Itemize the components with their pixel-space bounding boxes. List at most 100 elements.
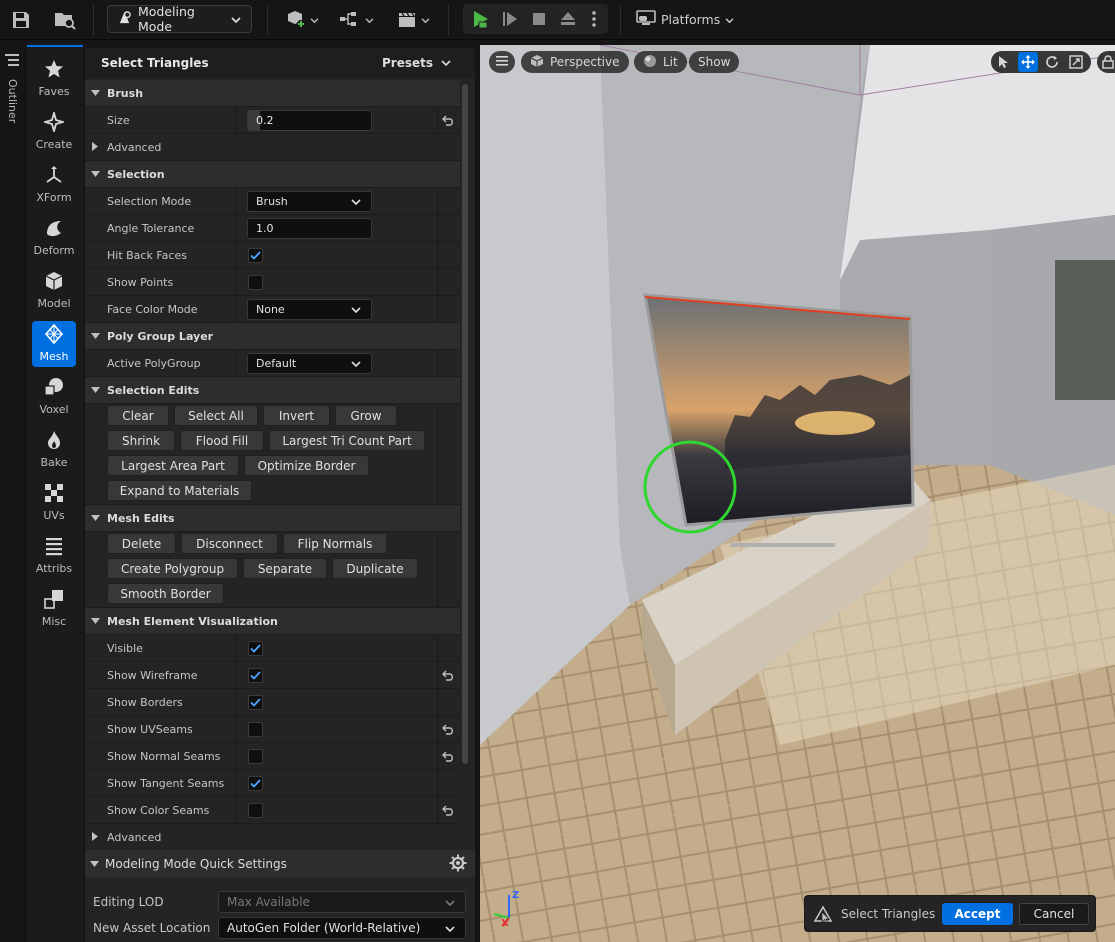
visualization-checkbox[interactable] bbox=[248, 776, 263, 791]
palette-misc[interactable]: Misc bbox=[32, 586, 76, 632]
translate-mode-icon[interactable] bbox=[1018, 52, 1038, 72]
shrink-button[interactable]: Shrink bbox=[107, 430, 175, 451]
visualization-checkbox[interactable] bbox=[248, 749, 263, 764]
visualization-checkbox[interactable] bbox=[248, 695, 263, 710]
palette-label: Create bbox=[35, 138, 73, 151]
viewport-camera-button[interactable] bbox=[1097, 51, 1115, 73]
more-options-icon[interactable] bbox=[585, 7, 603, 31]
blueprints-button[interactable] bbox=[336, 8, 376, 32]
largest-tri-count-part-button[interactable]: Largest Tri Count Part bbox=[269, 430, 425, 451]
flood-fill-button[interactable]: Flood Fill bbox=[180, 430, 264, 451]
category-brush[interactable]: Brush bbox=[85, 80, 460, 107]
level-viewport[interactable]: Perspective Lit Show Z X bbox=[480, 45, 1115, 942]
expanded-arrow-icon bbox=[91, 384, 100, 397]
toolbar-divider bbox=[93, 4, 94, 36]
visualization-checkbox[interactable] bbox=[248, 668, 263, 683]
reset-to-default-icon[interactable] bbox=[442, 669, 455, 684]
selection-edits-buttons: Clear Select All Invert Grow Shrink Floo… bbox=[85, 404, 460, 505]
select-mode-icon[interactable] bbox=[998, 55, 1010, 72]
mode-selector-button[interactable]: Modeling Mode bbox=[107, 4, 252, 34]
palette-xform[interactable]: XForm bbox=[32, 162, 76, 208]
advanced-brush-row[interactable]: Advanced bbox=[85, 134, 460, 161]
perspective-button[interactable]: Perspective bbox=[521, 51, 629, 73]
gear-icon[interactable] bbox=[449, 854, 467, 875]
scale-mode-icon[interactable] bbox=[1069, 55, 1083, 72]
quick-settings-header[interactable]: Modeling Mode Quick Settings bbox=[85, 850, 475, 877]
save-icon[interactable] bbox=[9, 8, 33, 32]
panel-title: Select Triangles bbox=[101, 56, 209, 70]
show-points-checkbox[interactable] bbox=[248, 275, 263, 290]
editing-lod-dropdown[interactable]: Max Available bbox=[218, 891, 466, 913]
visualization-checkbox[interactable] bbox=[248, 722, 263, 737]
property-label: Angle Tolerance bbox=[107, 221, 195, 235]
palette-deform[interactable]: Deform bbox=[32, 215, 76, 261]
toolbar-divider bbox=[267, 4, 268, 36]
smooth-border-button[interactable]: Smooth Border bbox=[107, 583, 224, 604]
palette-mesh[interactable]: Mesh bbox=[32, 321, 76, 367]
rotate-mode-icon[interactable] bbox=[1045, 55, 1059, 72]
palette-voxel[interactable]: Voxel bbox=[32, 374, 76, 420]
presets-button[interactable]: Presets bbox=[382, 56, 451, 70]
accept-button[interactable]: Accept bbox=[942, 903, 1013, 925]
palette-bake[interactable]: Bake bbox=[32, 427, 76, 473]
property-row-hit-back-faces: Hit Back Faces bbox=[85, 242, 460, 269]
clear-button[interactable]: Clear bbox=[107, 405, 169, 426]
category-poly-group-layer[interactable]: Poly Group Layer bbox=[85, 323, 460, 350]
largest-area-part-button[interactable]: Largest Area Part bbox=[107, 455, 239, 476]
category-selection[interactable]: Selection bbox=[85, 161, 460, 188]
reset-to-default-icon[interactable] bbox=[442, 750, 455, 765]
reset-to-default-icon[interactable] bbox=[442, 114, 455, 129]
platforms-button[interactable]: Platforms bbox=[636, 8, 734, 30]
lit-button[interactable]: Lit bbox=[634, 51, 687, 73]
category-mesh-element-visualization[interactable]: Mesh Element Visualization bbox=[85, 608, 460, 635]
add-actor-button[interactable] bbox=[282, 8, 322, 32]
palette-create[interactable]: Create bbox=[32, 109, 76, 155]
delete-button[interactable]: Delete bbox=[107, 533, 176, 554]
create-polygroup-button[interactable]: Create Polygroup bbox=[107, 558, 238, 579]
advance-frame-icon[interactable] bbox=[497, 7, 523, 31]
mesh-edits-buttons: Delete Disconnect Flip Normals Create Po… bbox=[85, 532, 460, 608]
palette-uvs[interactable]: UVs bbox=[32, 480, 76, 526]
palette-model[interactable]: Model bbox=[32, 268, 76, 314]
advanced-visualization-row[interactable]: Advanced bbox=[85, 824, 460, 851]
category-selection-edits[interactable]: Selection Edits bbox=[85, 377, 460, 404]
flip-normals-button[interactable]: Flip Normals bbox=[283, 533, 387, 554]
palette-faves[interactable]: Faves bbox=[32, 56, 76, 102]
face-color-mode-dropdown[interactable]: None bbox=[247, 299, 372, 320]
category-mesh-edits[interactable]: Mesh Edits bbox=[85, 505, 460, 532]
new-asset-location-dropdown[interactable]: AutoGen Folder (World-Relative) bbox=[218, 917, 466, 939]
palette-attribs[interactable]: Attribs bbox=[32, 533, 76, 579]
expanded-arrow-icon bbox=[91, 330, 100, 343]
property-row-show-points: Show Points bbox=[85, 269, 460, 296]
cinematics-button[interactable] bbox=[393, 8, 433, 32]
cube-icon bbox=[530, 54, 544, 71]
selection-mode-dropdown[interactable]: Brush bbox=[247, 191, 372, 212]
reset-to-default-icon[interactable] bbox=[442, 804, 455, 819]
cancel-button[interactable]: Cancel bbox=[1019, 903, 1089, 925]
eject-icon[interactable] bbox=[555, 7, 581, 31]
active-polygroup-dropdown[interactable]: Default bbox=[247, 353, 372, 374]
play-icon[interactable] bbox=[467, 7, 493, 31]
category-label: Brush bbox=[107, 86, 144, 100]
stop-icon[interactable] bbox=[526, 7, 552, 31]
optimize-border-button[interactable]: Optimize Border bbox=[244, 455, 369, 476]
grow-button[interactable]: Grow bbox=[335, 405, 397, 426]
hit-back-faces-checkbox[interactable] bbox=[248, 248, 263, 263]
expand-to-materials-button[interactable]: Expand to Materials bbox=[107, 480, 252, 501]
show-button[interactable]: Show bbox=[689, 51, 740, 73]
select-all-button[interactable]: Select All bbox=[174, 405, 258, 426]
panel-scrollbar[interactable] bbox=[462, 84, 468, 764]
separate-button[interactable]: Separate bbox=[243, 558, 327, 579]
viewport-menu-button[interactable] bbox=[489, 51, 515, 73]
category-label: Selection Edits bbox=[107, 383, 200, 397]
size-input[interactable]: 0.2 bbox=[247, 110, 372, 131]
visualization-checkbox[interactable] bbox=[248, 641, 263, 656]
angle-tolerance-input[interactable]: 1.0 bbox=[247, 218, 372, 239]
duplicate-button[interactable]: Duplicate bbox=[332, 558, 418, 579]
disconnect-button[interactable]: Disconnect bbox=[181, 533, 278, 554]
content-browser-icon[interactable] bbox=[52, 8, 78, 32]
outliner-tab[interactable]: Outliner bbox=[0, 45, 24, 942]
visualization-checkbox[interactable] bbox=[248, 803, 263, 818]
reset-to-default-icon[interactable] bbox=[442, 723, 455, 738]
invert-button[interactable]: Invert bbox=[263, 405, 330, 426]
